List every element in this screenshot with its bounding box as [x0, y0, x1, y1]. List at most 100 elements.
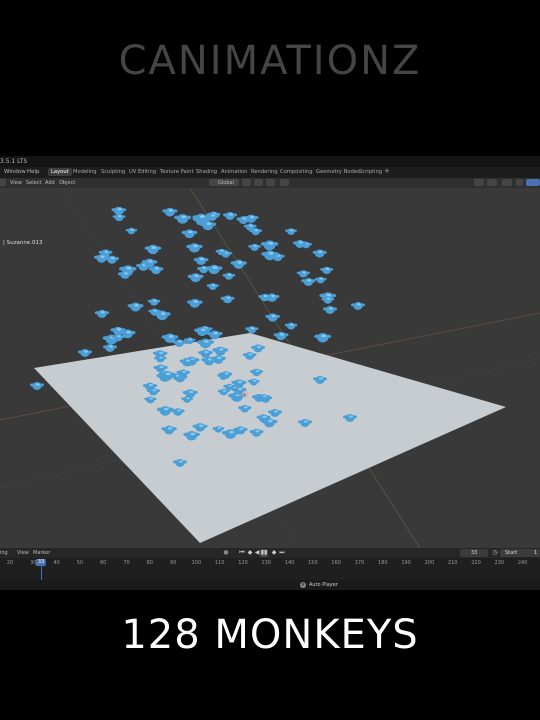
- next-key-icon[interactable]: ◆: [270, 549, 278, 557]
- monkey-mesh: [102, 344, 118, 352]
- monkey-mesh: [94, 309, 110, 318]
- monkey-mesh: [206, 283, 219, 290]
- clock-icon[interactable]: ◷: [491, 549, 499, 557]
- tab-texture-paint[interactable]: Texture Paint: [160, 169, 193, 175]
- monkey-mesh: [314, 332, 332, 343]
- visibility-icon[interactable]: [474, 179, 484, 186]
- monkey-mesh: [125, 227, 138, 235]
- shading-mode-icon[interactable]: [526, 179, 540, 186]
- monkey-mesh: [111, 206, 127, 216]
- tab-rendering[interactable]: Rendering: [251, 169, 278, 175]
- menu-add[interactable]: Add: [45, 180, 55, 186]
- record-icon[interactable]: ●: [222, 549, 230, 557]
- monkey-mesh: [301, 277, 316, 286]
- tab-shading[interactable]: Shading: [196, 169, 217, 175]
- pivot-icon[interactable]: [242, 179, 251, 186]
- tab-compositing[interactable]: Compositing: [280, 169, 313, 175]
- monkey-mesh: [127, 302, 144, 312]
- gizmo-icon[interactable]: [487, 179, 497, 186]
- tab-scripting[interactable]: Scripting: [359, 169, 382, 175]
- frame-tick-label: 160: [331, 560, 341, 566]
- brand-title: CANIMATIONZ: [118, 38, 422, 84]
- timeline-editor: ing View Marker ● ⏮ ◆ ◀ ▮▮ ◆ ⏭ 33 ◷ Star…: [0, 548, 540, 590]
- monkey-mesh: [285, 228, 297, 235]
- start-frame-field[interactable]: Start 1: [500, 549, 540, 557]
- frame-tick-label: 200: [424, 560, 435, 566]
- frame-tick-label: 70: [123, 560, 130, 566]
- auto-player-label: Auto Player: [309, 582, 338, 588]
- frame-tick-label: 220: [471, 560, 481, 566]
- tab-geometry-nodes[interactable]: Geometry Nodes: [316, 169, 360, 175]
- monkey-mesh: [144, 244, 162, 255]
- monkey-mesh: [222, 272, 236, 280]
- frame-tick-label: 240: [517, 560, 528, 566]
- frame-ruler[interactable]: 20 30 40 50 60 70 80 90 100 110 120 130 140 150 160 170…: [0, 558, 540, 568]
- pause-icon[interactable]: ▮▮: [260, 549, 268, 557]
- monkey-mesh: [260, 240, 279, 251]
- start-frame-label: Start: [505, 550, 518, 556]
- monkey-mesh: [265, 313, 281, 322]
- monkey-mesh: [174, 213, 192, 224]
- add-workspace-button[interactable]: +: [384, 167, 390, 175]
- close-icon[interactable]: ×: [300, 582, 306, 588]
- active-object-label: | Suzanne.013: [3, 240, 43, 246]
- timeline-menu-marker[interactable]: Marker: [33, 550, 50, 556]
- monkey-mesh: [296, 270, 310, 278]
- snap-icon[interactable]: [254, 179, 263, 186]
- tab-sculpting[interactable]: Sculpting: [101, 169, 125, 175]
- jump-start-icon[interactable]: ⏮: [238, 549, 246, 557]
- current-frame-indicator[interactable]: 33: [35, 559, 47, 566]
- snap-target-icon[interactable]: [266, 179, 275, 186]
- frame-tick-label: 90: [169, 560, 177, 566]
- monkey-mesh: [77, 349, 93, 357]
- monkey-mesh: [322, 306, 338, 314]
- frame-tick-label: 140: [284, 560, 295, 566]
- menu-view[interactable]: View: [10, 180, 22, 186]
- ground-plane: [34, 333, 506, 543]
- tab-uv-editing[interactable]: UV Editing: [129, 169, 156, 175]
- menu-help[interactable]: Help: [27, 169, 40, 175]
- monkey-mesh: [187, 273, 204, 283]
- timeline-header: ing View Marker ● ⏮ ◆ ◀ ▮▮ ◆ ⏭ 33 ◷ Star…: [0, 548, 540, 558]
- frame-tick-label: 180: [378, 560, 388, 566]
- tab-modeling[interactable]: Modeling: [73, 169, 97, 175]
- monkey-mesh: [162, 207, 178, 217]
- frame-tick-label: 120: [238, 560, 248, 566]
- title-bar: 3.5.1 LTS: [0, 156, 540, 167]
- editor-type-dropdown[interactable]: [0, 179, 6, 186]
- current-frame-field[interactable]: 33: [460, 549, 488, 557]
- viewport-header: View Select Add Object Global: [0, 178, 540, 188]
- monkey-mesh: [186, 298, 203, 308]
- monkey-mesh: [245, 326, 259, 334]
- auto-player-status[interactable]: × Auto Player: [300, 582, 338, 588]
- tab-layout[interactable]: Layout: [48, 168, 72, 176]
- frame-tick-label: 230: [494, 560, 505, 566]
- xray-icon[interactable]: [516, 179, 523, 186]
- 3d-viewport[interactable]: | Suzanne.013: [0, 188, 540, 548]
- overlay-icon[interactable]: [502, 179, 512, 186]
- viewport-scene: [0, 188, 540, 548]
- frame-tick-label: 20: [6, 560, 14, 566]
- monkey-mesh: [181, 229, 198, 239]
- monkey-mesh: [147, 298, 161, 306]
- monkey-mesh: [248, 243, 261, 251]
- timeline-menu-view[interactable]: View: [17, 550, 29, 556]
- timeline-menu-playback[interactable]: ing: [0, 550, 8, 556]
- monkey-mesh: [350, 302, 366, 310]
- monkey-mesh: [284, 322, 298, 330]
- frame-tick-label: 130: [261, 560, 272, 566]
- menu-select[interactable]: Select: [26, 180, 41, 186]
- menu-window[interactable]: Window: [4, 169, 26, 175]
- tab-animation[interactable]: Animation: [221, 169, 247, 175]
- frame-tick-label: 190: [401, 560, 411, 566]
- blender-window: 3.5.1 LTS Window Help Layout Modeling Sc…: [0, 156, 540, 590]
- monkey-mesh: [312, 249, 327, 258]
- menu-object[interactable]: Object: [59, 180, 75, 186]
- video-caption: 128 MONKEYS: [121, 612, 419, 658]
- monkey-mesh: [186, 243, 203, 253]
- transform-orientation-label: Global: [218, 180, 234, 186]
- proportional-edit-icon[interactable]: [280, 179, 289, 186]
- frame-tick-label: 40: [53, 560, 60, 566]
- frame-tick-label: 170: [354, 560, 365, 566]
- jump-end-icon[interactable]: ⏭: [278, 549, 286, 557]
